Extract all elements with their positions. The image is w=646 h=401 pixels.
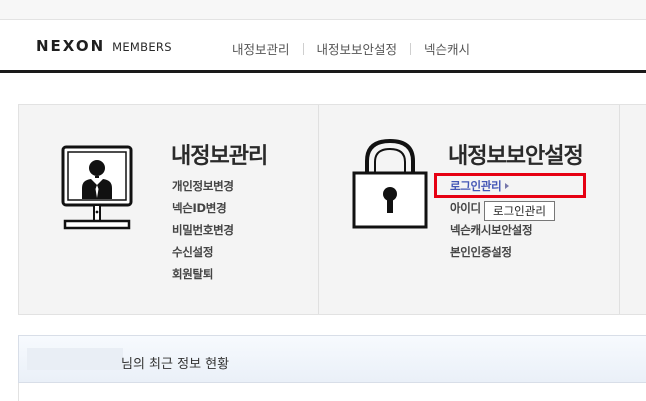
logo-members-text: MEMBERS xyxy=(112,40,172,54)
tooltip-login-management: 로그인관리 xyxy=(484,201,555,221)
section-title-security: 내정보보안설정 xyxy=(448,144,584,169)
recent-info-status-bar: 님의 최근 정보 현황 xyxy=(18,335,646,383)
nav-security-settings[interactable]: 내정보보안설정 xyxy=(317,39,398,58)
top-nav: 내정보관리 내정보보안설정 넥슨캐시 xyxy=(232,39,470,58)
top-utility-strip xyxy=(0,0,646,20)
link-identity-verification[interactable]: 본인인증설정 xyxy=(450,244,512,260)
content-area-below xyxy=(18,383,646,401)
padlock-icon xyxy=(352,138,428,229)
site-header: NEXON MEMBERS 내정보관리 내정보보안설정 넥슨캐시 xyxy=(0,21,646,73)
highlight-box xyxy=(434,173,586,198)
section-title-my-info: 내정보관리 xyxy=(171,144,268,169)
recent-info-heading: 님의 최근 정보 현황 xyxy=(121,357,230,372)
link-personal-info-change[interactable]: 개인정보변경 xyxy=(172,178,234,194)
logo-nexon-text: NEXON xyxy=(36,37,106,55)
nav-separator xyxy=(410,42,412,55)
link-password-change[interactable]: 비밀번호변경 xyxy=(172,222,234,238)
panel-divider xyxy=(619,105,620,314)
nav-my-info[interactable]: 내정보관리 xyxy=(232,39,290,58)
link-nexon-cash-security[interactable]: 넥슨캐시보안설정 xyxy=(450,222,533,238)
link-withdraw-membership[interactable]: 회원탈퇴 xyxy=(172,266,213,282)
link-nexon-id-change[interactable]: 넥슨ID변경 xyxy=(172,200,227,216)
nav-separator xyxy=(302,42,304,55)
panel-divider xyxy=(318,105,319,314)
nav-nexon-cash[interactable]: 넥슨캐시 xyxy=(424,39,470,58)
redacted-username xyxy=(27,348,123,370)
monitor-user-icon xyxy=(61,145,133,230)
nexon-members-logo[interactable]: NEXON MEMBERS xyxy=(36,37,172,55)
link-id-settings[interactable]: 아이디 xyxy=(450,200,481,216)
link-subscription-settings[interactable]: 수신설정 xyxy=(172,244,213,260)
